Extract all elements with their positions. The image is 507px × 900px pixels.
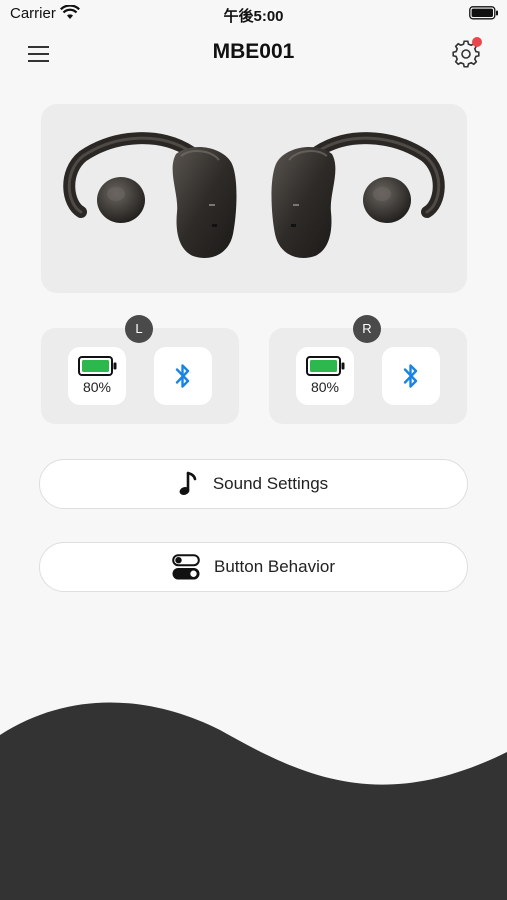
right-bluetooth-button[interactable] <box>382 347 440 405</box>
right-badge: R <box>353 315 381 343</box>
status-bar: Carrier 午後5:00 <box>0 0 507 28</box>
button-behavior-button[interactable]: Button Behavior <box>39 542 468 592</box>
decorative-wave <box>0 702 507 900</box>
status-battery-icon <box>469 6 499 25</box>
button-behavior-label: Button Behavior <box>214 557 335 576</box>
left-badge: L <box>125 315 153 343</box>
battery-icon <box>78 356 117 376</box>
earbuds-image <box>63 132 445 258</box>
right-earbud-status-card: R 80% <box>269 315 467 424</box>
sound-settings-label: Sound Settings <box>212 474 329 493</box>
sound-settings-button[interactable]: Sound Settings <box>39 459 468 509</box>
right-battery-tile: 80% <box>296 347 354 405</box>
left-bluetooth-button[interactable] <box>154 347 212 405</box>
left-battery-percent: 80% <box>82 379 112 395</box>
bluetooth-icon <box>403 364 418 388</box>
bluetooth-icon <box>175 364 190 388</box>
battery-icon <box>306 356 345 376</box>
earbuds-image-card <box>41 104 467 293</box>
settings-button[interactable] <box>451 36 485 70</box>
page-title: MBE001 <box>212 40 295 63</box>
notification-dot <box>472 37 482 47</box>
music-note-icon <box>179 471 197 495</box>
left-earbud-status-card: L 80% <box>41 315 239 424</box>
right-battery-percent: 80% <box>310 379 340 395</box>
nav-bar: MBE001 <box>0 30 507 76</box>
clock: 午後5:00 <box>223 8 284 25</box>
left-earbud <box>63 132 237 258</box>
toggle-switch-icon <box>172 554 200 580</box>
left-battery-tile: 80% <box>68 347 126 405</box>
right-earbud <box>271 132 445 258</box>
